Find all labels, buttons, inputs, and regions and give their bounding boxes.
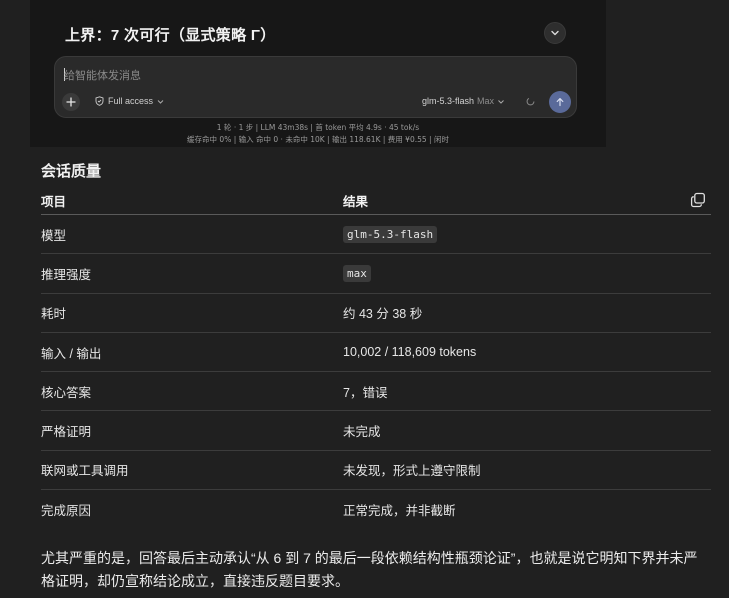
chevron-down-icon — [157, 99, 164, 104]
quality-table-container: 项目 结果 模型 glm-5.3-flash 推理强度 max 耗时 约 43 … — [41, 187, 711, 528]
composer-toolbar: Full access glm-5.3-flash Max — [55, 91, 576, 115]
row-result: 7，错误 — [343, 371, 711, 412]
model-name: glm-5.3-flash — [422, 96, 475, 106]
table-row: 输入 / 输出 10,002 / 118,609 tokens — [41, 332, 711, 373]
access-label: Full access — [108, 96, 154, 106]
row-item: 模型 — [41, 214, 343, 255]
row-result: 未发现，形式上遵守限制 — [343, 450, 711, 491]
row-item: 耗时 — [41, 293, 343, 333]
row-result: max — [343, 253, 711, 294]
message-input[interactable] — [64, 66, 544, 84]
row-result: glm-5.3-flash — [343, 214, 711, 255]
summary-paragraph: 尤其严重的是，回答最后主动承认“从 6 到 7 的最后一段依赖结构性瓶颈论证”，… — [41, 550, 698, 589]
column-header-item: 项目 — [41, 187, 343, 215]
row-result: 10,002 / 118,609 tokens — [343, 332, 711, 373]
result-code: max — [343, 265, 371, 283]
row-result: 未完成 — [343, 410, 711, 451]
row-item: 推理强度 — [41, 253, 343, 294]
row-item: 核心答案 — [41, 371, 343, 412]
section-title: 会话质量 — [41, 163, 102, 180]
chat-screenshot-panel: 上界：7 次可行（显式策略 Γ） Full access — [30, 0, 606, 147]
quality-table: 项目 结果 模型 glm-5.3-flash 推理强度 max 耗时 约 43 … — [41, 187, 711, 528]
access-dropdown[interactable]: Full access — [95, 96, 164, 106]
scroll-down-button[interactable] — [544, 22, 566, 44]
table-row: 完成原因 正常完成，并非截断 — [41, 490, 711, 529]
chevron-down-icon — [551, 30, 559, 36]
table-row: 耗时 约 43 分 38 秒 — [41, 293, 711, 333]
table-row: 推理强度 max — [41, 253, 711, 294]
table-row: 联网或工具调用 未发现，形式上遵守限制 — [41, 450, 711, 491]
model-effort: Max — [477, 96, 495, 106]
row-result: 约 43 分 38 秒 — [343, 293, 711, 333]
arrow-up-icon — [556, 98, 564, 107]
attach-button[interactable] — [62, 93, 80, 111]
message-composer: Full access glm-5.3-flash Max — [54, 56, 577, 118]
chat-stats-line-2: 缓存命中 0% | 输入 命中 0 · 未命中 10K | 输出 118.61K… — [187, 135, 449, 144]
table-row: 严格证明 未完成 — [41, 410, 711, 451]
model-selector[interactable]: glm-5.3-flash Max — [422, 96, 505, 106]
result-code: glm-5.3-flash — [343, 226, 438, 244]
table-row: 核心答案 7，错误 — [41, 371, 711, 412]
row-result: 正常完成，并非截断 — [343, 503, 456, 518]
row-item: 输入 / 输出 — [41, 332, 343, 373]
chat-stats-line-1: 1 轮 · 1 步 | LLM 43m38s | 首 token 平均 4.9s… — [216, 123, 420, 132]
row-item: 严格证明 — [41, 410, 343, 451]
loading-spinner-icon — [526, 97, 535, 106]
row-item: 联网或工具调用 — [41, 450, 343, 491]
column-header-result: 结果 — [343, 187, 711, 215]
plus-icon — [66, 97, 76, 107]
chat-heading: 上界：7 次可行（显式策略 Γ） — [65, 27, 276, 44]
table-header-row: 项目 结果 — [41, 187, 711, 215]
chevron-down-icon — [498, 99, 504, 104]
shield-icon — [95, 96, 104, 106]
table-row: 模型 glm-5.3-flash — [41, 214, 711, 255]
send-button[interactable] — [549, 91, 571, 113]
row-item: 完成原因 — [41, 503, 92, 518]
